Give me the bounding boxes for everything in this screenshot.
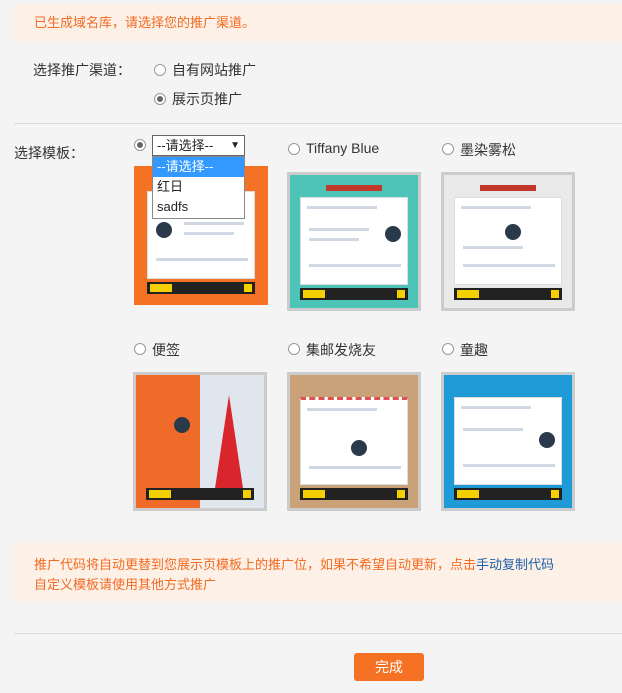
radio-template-custom[interactable] [134, 139, 146, 151]
channel-label: 选择推广渠道： [33, 62, 131, 78]
promotion-page: 已生成域名库，请选择您的推广渠道。 选择推广渠道： 自有网站推广 展示页推广 选… [0, 0, 622, 693]
template-tiffany-label[interactable]: Tiffany Blue [306, 140, 379, 156]
radio-showcase-page-label[interactable]: 展示页推广 [172, 89, 242, 109]
divider [14, 123, 622, 124]
copy-code-link[interactable]: 手动复制代码 [476, 557, 554, 572]
radio-template-kids[interactable] [442, 343, 454, 355]
divider [14, 633, 622, 634]
template-dropdown[interactable]: --请选择-- 红日 sadfs [152, 156, 245, 219]
template-note-label[interactable]: 便签 [152, 340, 180, 360]
notice-text: 推广代码将自动更替到您展示页模板上的推广位，如果不希望自动更新，点击 [34, 557, 477, 572]
template-label: 选择模板： [14, 145, 84, 161]
radio-own-site[interactable] [154, 64, 166, 76]
template-thumb-ink[interactable] [441, 172, 575, 311]
radio-template-note[interactable] [134, 343, 146, 355]
notice-text-2: 自定义模板请使用其他方式推广 [34, 577, 217, 592]
template-select-value: --请选择-- [157, 138, 214, 153]
dropdown-option[interactable]: 红日 [153, 177, 244, 197]
template-ink-label[interactable]: 墨染雾松 [460, 140, 516, 160]
template-stamp-label[interactable]: 集邮发烧友 [306, 340, 376, 360]
template-thumb-kids[interactable] [441, 372, 575, 511]
radio-template-ink[interactable] [442, 143, 454, 155]
template-kids-label[interactable]: 童趣 [460, 340, 488, 360]
finish-button[interactable]: 完成 [354, 653, 424, 681]
status-notice: 已生成域名库，请选择您的推广渠道。 [14, 5, 622, 41]
template-thumb-note[interactable] [133, 372, 267, 511]
dropdown-option[interactable]: sadfs [153, 197, 244, 217]
dropdown-option[interactable]: --请选择-- [153, 157, 244, 177]
radio-showcase-page[interactable] [154, 93, 166, 105]
promotion-code-notice: 推广代码将自动更替到您展示页模板上的推广位，如果不希望自动更新，点击手动复制代码… [14, 543, 622, 601]
template-thumb-tiffany[interactable] [287, 172, 421, 311]
chevron-down-icon: ▼ [230, 140, 240, 151]
radio-template-stamp[interactable] [288, 343, 300, 355]
radio-template-tiffany[interactable] [288, 143, 300, 155]
template-thumb-stamp[interactable] [287, 372, 421, 511]
radio-own-site-label[interactable]: 自有网站推广 [172, 60, 256, 80]
template-select[interactable]: --请选择-- ▼ [152, 135, 245, 156]
